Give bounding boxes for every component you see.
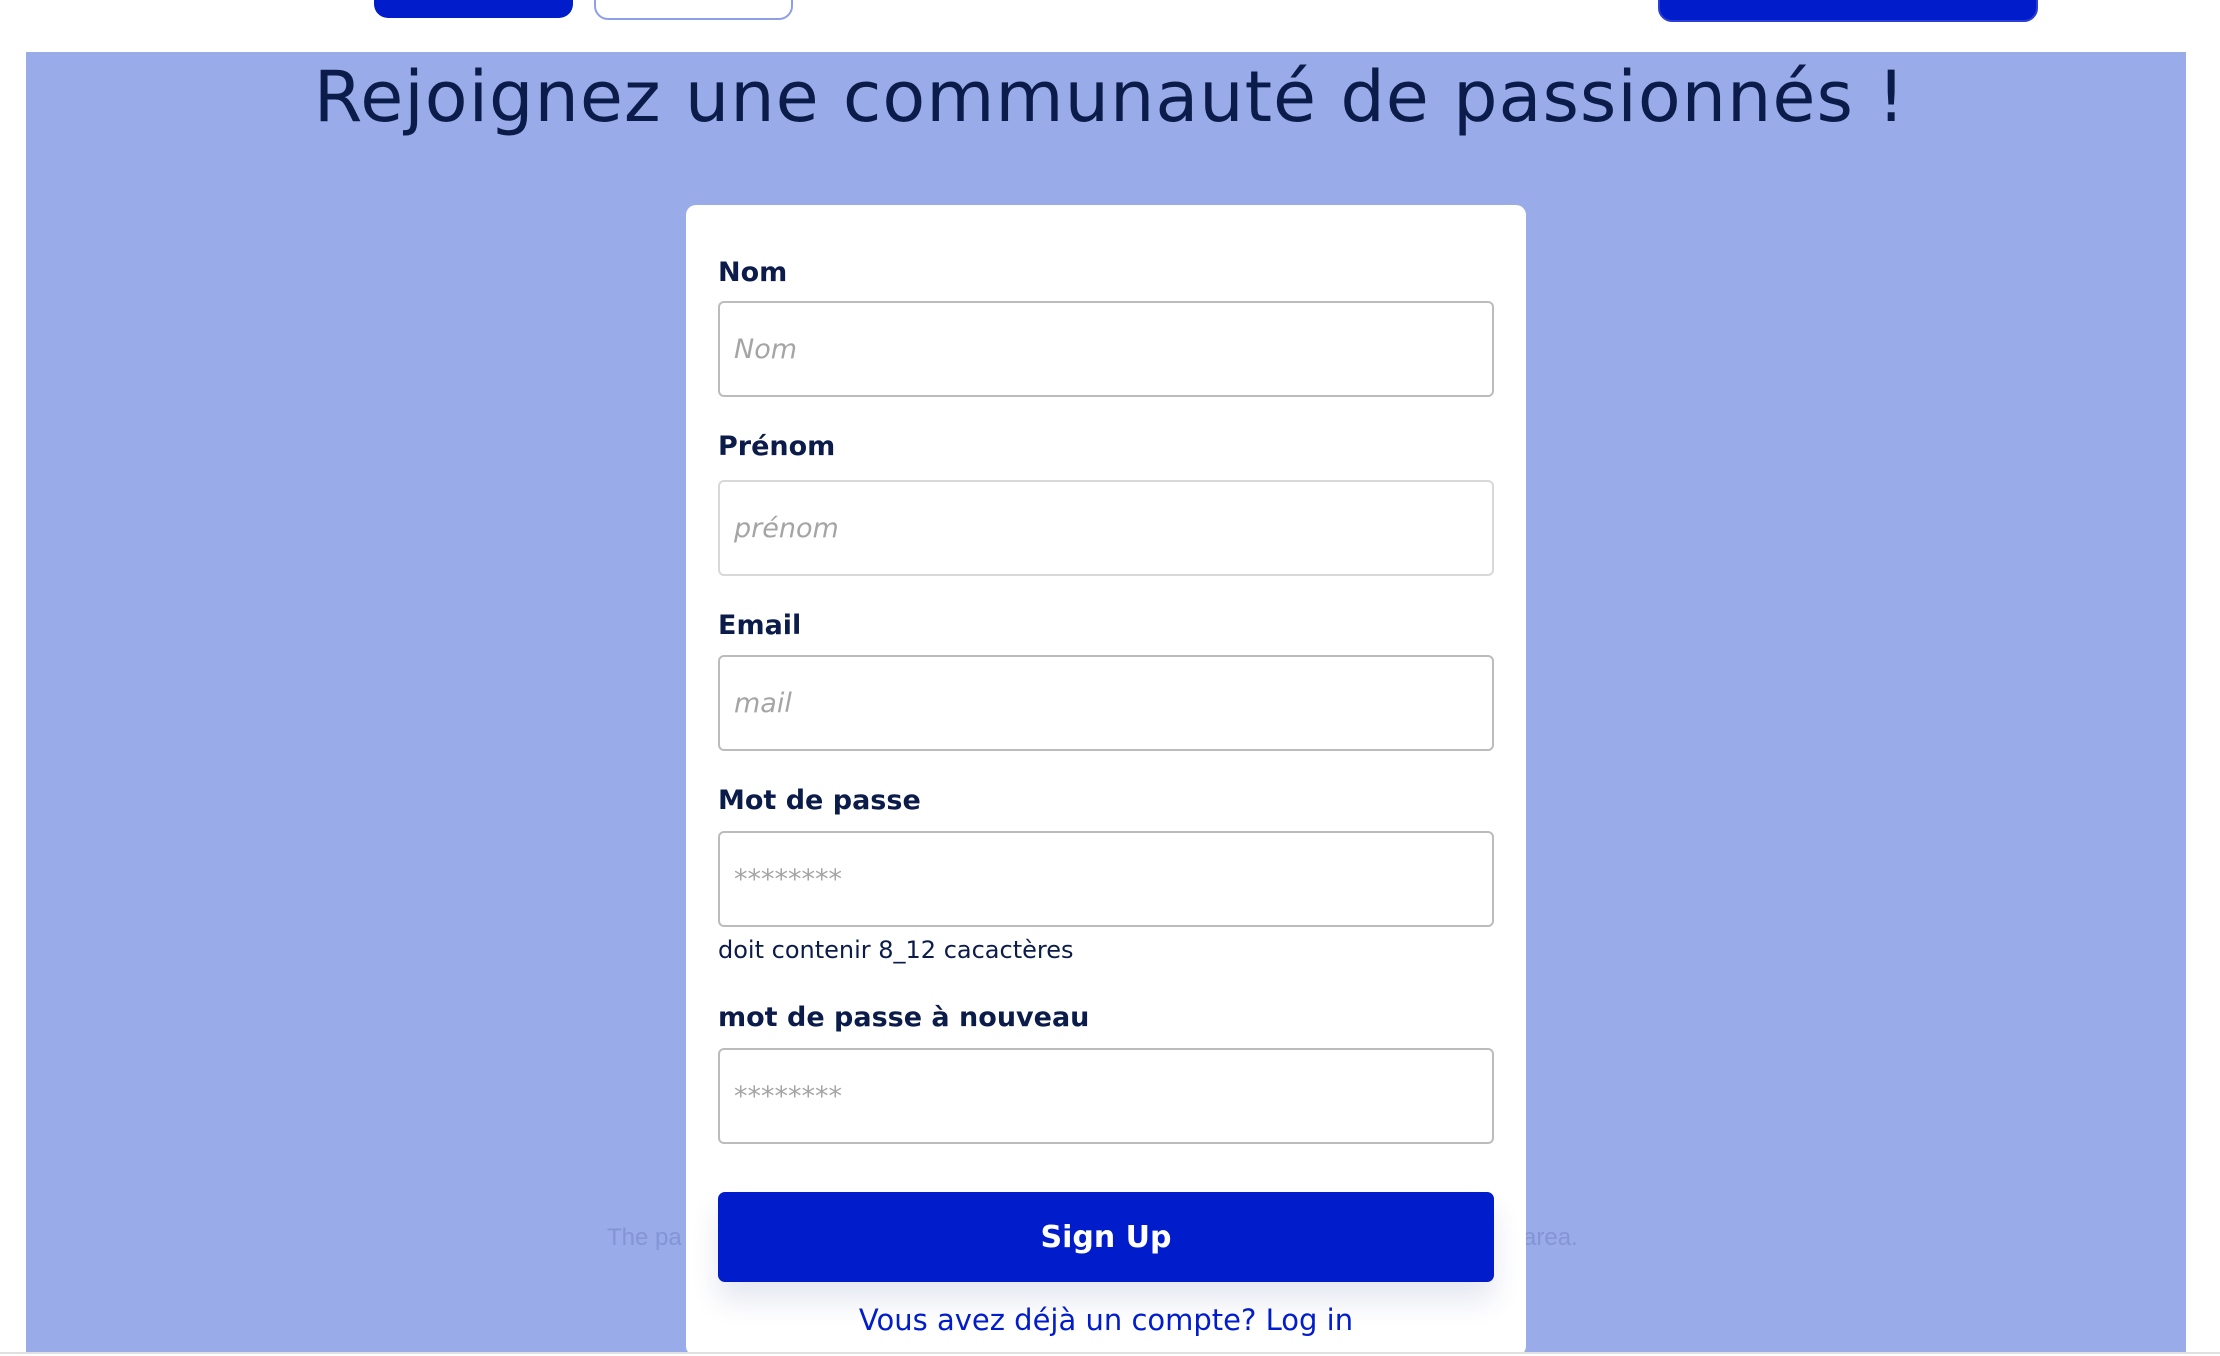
email-label: Email <box>718 610 802 641</box>
bottom-divider <box>0 1352 2220 1354</box>
password-repeat-input[interactable] <box>718 1048 1494 1144</box>
page: Rejoignez une communauté de passionnés !… <box>0 0 2220 1356</box>
password-input[interactable] <box>718 831 1494 927</box>
nav-cta-button[interactable] <box>1658 0 2038 22</box>
prenom-label: Prénom <box>718 431 836 462</box>
top-navigation <box>0 0 2220 52</box>
page-title: Rejoignez une communauté de passionnés ! <box>313 56 1907 138</box>
password-repeat-label: mot de passe à nouveau <box>718 1002 1090 1033</box>
nav-button-secondary[interactable] <box>594 0 793 20</box>
email-input[interactable] <box>718 655 1494 751</box>
nav-button-primary[interactable] <box>374 0 573 18</box>
login-link[interactable]: Vous avez déjà un compte? Log in <box>686 1303 1526 1337</box>
nom-input[interactable] <box>718 301 1494 397</box>
password-hint: doit contenir 8_12 cacactères <box>718 936 1074 964</box>
nom-label: Nom <box>718 257 788 288</box>
signup-form: Nom Prénom Email Mot de passe doit conte… <box>686 205 1526 1356</box>
prenom-input[interactable] <box>718 480 1494 576</box>
sign-up-button[interactable]: Sign Up <box>718 1192 1494 1282</box>
background-note-left: The pa <box>607 1224 682 1251</box>
password-label: Mot de passe <box>718 785 921 816</box>
